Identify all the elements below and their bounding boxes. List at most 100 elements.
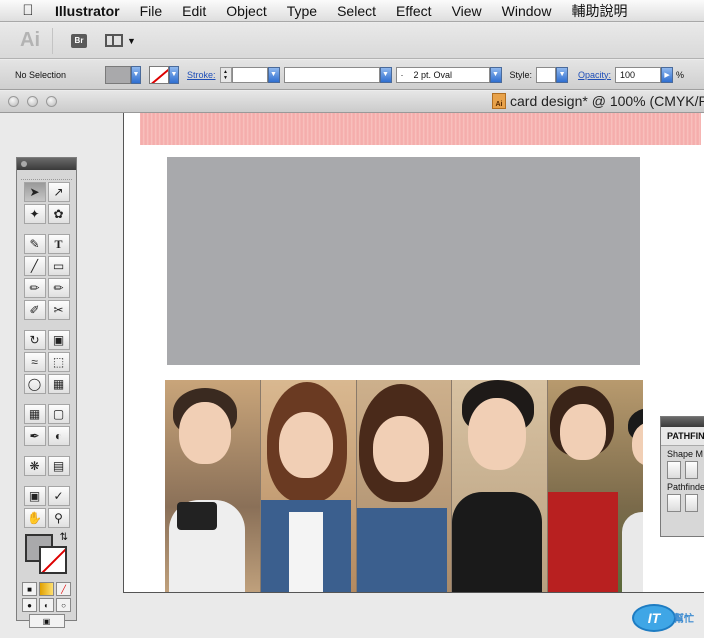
stroke-weight-stepper[interactable]: ▲ ▼ bbox=[219, 66, 232, 83]
scale-tool-icon[interactable]: ▣ bbox=[47, 330, 70, 350]
pathfinder-tab[interactable]: PATHFIN bbox=[661, 427, 704, 446]
document-tab[interactable]: Ai card design* @ 100% (CMYK/P bbox=[492, 93, 704, 109]
column-graph-tool-icon[interactable]: ▤ bbox=[47, 456, 70, 476]
arrange-documents-button[interactable]: ▼ bbox=[105, 34, 136, 47]
panel-grip[interactable] bbox=[21, 172, 72, 180]
zoom-tool-icon[interactable]: ⚲ bbox=[47, 508, 70, 528]
apple-icon[interactable]:  bbox=[17, 2, 39, 19]
unite-button[interactable] bbox=[667, 461, 681, 479]
stroke-weight-control[interactable]: ▲ ▼ ▼ bbox=[219, 66, 280, 83]
swap-fill-stroke-icon[interactable]: ⇅ bbox=[60, 532, 68, 543]
shape-builder-tool-icon[interactable]: ◯ bbox=[23, 374, 46, 394]
mesh-tool-icon[interactable]: ▦ bbox=[23, 404, 46, 424]
slice-tool-icon[interactable]: ✓ bbox=[47, 486, 70, 506]
window-controls bbox=[8, 96, 57, 107]
direct-selection-tool-icon[interactable]: ↗ bbox=[47, 182, 70, 202]
gradient-tool-icon[interactable]: ▢ bbox=[47, 404, 70, 424]
menu-effect[interactable]: Effect bbox=[396, 3, 432, 19]
canvas-area[interactable] bbox=[0, 113, 704, 638]
minus-front-button[interactable] bbox=[684, 461, 698, 479]
paintbrush-tool-icon[interactable]: ✏ bbox=[23, 278, 46, 298]
none-mode-icon[interactable]: ╱ bbox=[56, 582, 71, 596]
free-transform-tool-icon[interactable]: ⬚ bbox=[47, 352, 70, 372]
close-window-button[interactable] bbox=[8, 96, 19, 107]
magic-wand-tool-icon[interactable]: ✦ bbox=[23, 204, 46, 224]
lasso-tool-icon[interactable]: ✿ bbox=[47, 204, 70, 224]
divide-button[interactable] bbox=[667, 494, 681, 512]
photo-strip-image[interactable] bbox=[165, 380, 643, 592]
pen-tool-icon[interactable]: ✎ bbox=[23, 234, 46, 254]
selection-tool-icon[interactable]: ➤ bbox=[23, 182, 46, 202]
fill-color-dropdown[interactable]: ▼ bbox=[105, 65, 141, 84]
chevron-down-icon[interactable]: ▼ bbox=[267, 66, 280, 83]
menu-object[interactable]: Object bbox=[226, 3, 266, 19]
variable-width-dropdown[interactable]: ▼ bbox=[283, 66, 392, 83]
percent-sign: % bbox=[676, 69, 685, 80]
eyedropper-tool-icon[interactable]: ✒ bbox=[23, 426, 46, 446]
variable-width-field[interactable] bbox=[283, 66, 380, 83]
menu-help[interactable]: 輔助說明 bbox=[571, 1, 627, 21]
pathfinder-header[interactable] bbox=[661, 417, 704, 427]
style-dropdown[interactable]: ▼ bbox=[536, 66, 569, 83]
rectangle-tool-icon[interactable]: ▭ bbox=[47, 256, 70, 276]
brush-dot-icon: · bbox=[400, 69, 404, 80]
stroke-color-icon[interactable] bbox=[39, 546, 67, 574]
pathfinder-panel: PATHFIN Shape M Pathfinde bbox=[660, 416, 704, 537]
screen-mode-icon[interactable]: ▣ bbox=[28, 614, 65, 628]
pencil-tool-icon[interactable]: ✏ bbox=[47, 278, 70, 298]
pink-strip-object[interactable] bbox=[140, 113, 701, 145]
divider bbox=[52, 27, 53, 54]
width-tool-icon[interactable]: ≈ bbox=[23, 352, 46, 372]
opacity-control[interactable]: 100 ▶ bbox=[615, 66, 674, 83]
scissors-tool-icon[interactable]: ✂ bbox=[47, 300, 70, 320]
person-shirt bbox=[288, 512, 323, 592]
person-face bbox=[372, 416, 429, 482]
menu-view[interactable]: View bbox=[452, 3, 482, 19]
line-tool-icon[interactable]: ╱ bbox=[23, 256, 46, 276]
bridge-button[interactable]: Br bbox=[71, 33, 87, 48]
color-mode-icon[interactable]: ■ bbox=[22, 582, 37, 596]
brush-dropdown[interactable]: · 2 pt. Oval ▼ bbox=[395, 66, 502, 83]
draw-normal-icon[interactable]: ● bbox=[22, 598, 37, 612]
hand-tool-icon[interactable]: ✋ bbox=[23, 508, 46, 528]
blob-brush-tool-icon[interactable]: ✐ bbox=[23, 300, 46, 320]
symbol-sprayer-tool-icon[interactable]: ❋ bbox=[23, 456, 46, 476]
rotate-tool-icon[interactable]: ↻ bbox=[23, 330, 46, 350]
opacity-label[interactable]: Opacity: bbox=[578, 70, 611, 80]
stroke-label[interactable]: Stroke: bbox=[187, 70, 216, 80]
gray-rectangle-object[interactable] bbox=[167, 157, 640, 365]
fill-stroke-selector[interactable]: ⇅ bbox=[23, 532, 70, 578]
stroke-color-dropdown[interactable]: ▼ bbox=[149, 65, 179, 84]
chevron-right-icon[interactable]: ▶ bbox=[661, 66, 674, 83]
shape-modes-label: Shape M bbox=[667, 449, 704, 459]
chevron-down-icon: ▼ bbox=[127, 35, 136, 46]
person-scarf bbox=[548, 492, 619, 592]
control-panel: No Selection ▼ ▼ Stroke: ▲ ▼ ▼ ▼ · 2 pt. … bbox=[0, 60, 704, 90]
style-field[interactable] bbox=[536, 66, 557, 83]
trim-button[interactable] bbox=[684, 494, 698, 512]
menu-type[interactable]: Type bbox=[287, 3, 317, 19]
brush-field[interactable]: · 2 pt. Oval bbox=[395, 66, 490, 83]
tools-panel-header[interactable] bbox=[17, 158, 76, 170]
menu-file[interactable]: File bbox=[140, 3, 163, 19]
minimize-window-button[interactable] bbox=[27, 96, 38, 107]
chevron-down-icon: ▼ bbox=[169, 65, 179, 84]
opacity-input[interactable]: 100 bbox=[615, 66, 662, 83]
artboard-tool-icon[interactable]: ▣ bbox=[23, 486, 46, 506]
person-face bbox=[468, 398, 527, 470]
draw-behind-icon[interactable]: ◐ bbox=[39, 598, 54, 612]
perspective-grid-tool-icon[interactable]: ▦ bbox=[47, 374, 70, 394]
person-shirt bbox=[622, 512, 643, 592]
watermark-text: 幫忙 bbox=[674, 614, 694, 625]
menu-window[interactable]: Window bbox=[502, 3, 552, 19]
type-tool-icon[interactable]: T bbox=[47, 234, 70, 254]
stroke-weight-input[interactable] bbox=[231, 66, 268, 83]
menu-app-name[interactable]: Illustrator bbox=[55, 3, 120, 19]
zoom-window-button[interactable] bbox=[46, 96, 57, 107]
draw-inside-icon[interactable]: ○ bbox=[56, 598, 71, 612]
person-tshirt bbox=[452, 492, 543, 592]
menu-edit[interactable]: Edit bbox=[182, 3, 206, 19]
menu-select[interactable]: Select bbox=[337, 3, 376, 19]
blend-tool-icon[interactable]: ◐ bbox=[47, 426, 70, 446]
gradient-mode-icon[interactable] bbox=[39, 582, 54, 596]
